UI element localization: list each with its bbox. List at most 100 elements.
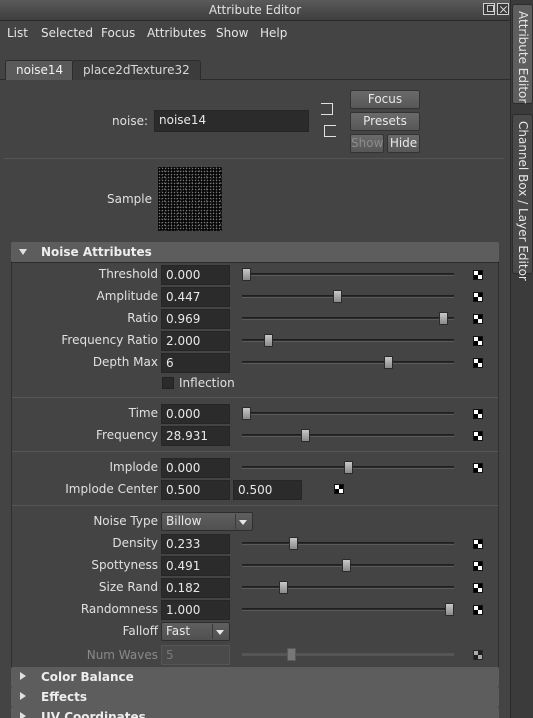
slider-thumb[interactable] [341, 559, 351, 572]
noise-type-value: Billow [166, 514, 202, 528]
side-tab-channel-box[interactable]: Channel Box / Layer Editor [512, 114, 533, 281]
slider-thumb[interactable] [384, 356, 394, 369]
spottyness-slider[interactable] [242, 559, 454, 572]
size-rand-slider[interactable] [242, 581, 454, 594]
ratio-label: Ratio [127, 311, 158, 325]
time-slider[interactable] [242, 407, 454, 420]
tab-noise14[interactable]: noise14 [5, 60, 75, 80]
implode-field[interactable]: 0.000 [161, 458, 230, 478]
time-field[interactable]: 0.000 [161, 404, 230, 424]
map-texture-icon[interactable] [473, 605, 483, 615]
implode-center-v-field[interactable]: 0.500 [233, 480, 302, 500]
section-title: Color Balance [41, 670, 134, 684]
map-texture-icon[interactable] [473, 463, 483, 473]
slider-thumb[interactable] [278, 581, 288, 594]
num-waves-field[interactable]: 5 [161, 645, 230, 665]
chevron-down-icon [239, 520, 247, 525]
threshold-field[interactable]: 0.000 [161, 265, 230, 285]
map-texture-icon[interactable] [473, 583, 483, 593]
implode-slider[interactable] [242, 461, 454, 474]
num-waves-slider[interactable] [242, 648, 454, 661]
section-color-balance[interactable]: Color Balance [11, 667, 499, 687]
ratio-slider[interactable] [242, 312, 454, 325]
frequency-label: Frequency [96, 428, 158, 442]
spottyness-field[interactable]: 0.491 [161, 556, 230, 576]
slider-thumb[interactable] [286, 648, 296, 661]
slider-thumb[interactable] [289, 537, 299, 550]
input-connection-icon[interactable] [321, 103, 333, 115]
map-texture-icon[interactable] [473, 409, 483, 419]
section-effects[interactable]: Effects [11, 687, 499, 707]
map-texture-icon[interactable] [473, 650, 483, 660]
density-field[interactable]: 0.233 [161, 534, 230, 554]
falloff-dropdown[interactable]: Fast [161, 622, 230, 641]
noise-type-label: Noise Type [93, 514, 158, 528]
section-noise-attributes[interactable]: Noise Attributes [11, 242, 499, 262]
menu-show[interactable]: Show [216, 26, 248, 40]
tab-place2dtexture32[interactable]: place2dTexture32 [72, 60, 201, 80]
slider-thumb[interactable] [264, 334, 274, 347]
section-uv-coordinates[interactable]: UV Coordinates [11, 707, 499, 718]
num-waves-label: Num Waves [86, 648, 158, 662]
section-title: Noise Attributes [41, 245, 152, 259]
depth-max-label: Depth Max [92, 355, 158, 369]
map-texture-icon[interactable] [473, 431, 483, 441]
focus-button[interactable]: Focus [350, 90, 420, 109]
frequency-field[interactable]: 28.931 [161, 426, 230, 446]
implode-center-u-field[interactable]: 0.500 [161, 480, 230, 500]
group-divider [12, 505, 498, 506]
map-texture-icon[interactable] [473, 539, 483, 549]
slider-thumb[interactable] [438, 312, 448, 325]
node-name-field[interactable]: noise14 [154, 110, 309, 132]
size-rand-field[interactable]: 0.182 [161, 578, 230, 598]
slider-thumb[interactable] [300, 429, 310, 442]
map-texture-icon[interactable] [473, 561, 483, 571]
frequency-ratio-field[interactable]: 2.000 [161, 331, 230, 351]
menu-list[interactable]: List [7, 26, 28, 40]
density-label: Density [112, 536, 158, 550]
map-texture-icon[interactable] [473, 314, 483, 324]
inflection-checkbox[interactable] [162, 377, 174, 389]
amplitude-field[interactable]: 0.447 [161, 287, 230, 307]
randomness-slider[interactable] [242, 603, 454, 616]
title-bar[interactable]: Attribute Editor [0, 0, 510, 21]
amplitude-slider[interactable] [242, 290, 454, 303]
noise-type-dropdown[interactable]: Billow [161, 512, 253, 531]
map-texture-icon[interactable] [473, 270, 483, 280]
menu-focus[interactable]: Focus [101, 26, 135, 40]
map-texture-icon[interactable] [473, 358, 483, 368]
slider-thumb[interactable] [445, 603, 454, 616]
side-tab-attribute-editor[interactable]: Attribute Editor [512, 4, 533, 104]
randomness-field[interactable]: 1.000 [161, 600, 230, 620]
sample-swatch [158, 167, 222, 231]
group-divider [12, 451, 498, 452]
close-icon[interactable] [497, 3, 509, 15]
dropdown-separator [212, 624, 213, 639]
frequency-ratio-slider[interactable] [242, 334, 454, 347]
show-button[interactable]: Show [350, 134, 384, 153]
map-texture-icon[interactable] [473, 292, 483, 302]
menu-help[interactable]: Help [260, 26, 287, 40]
falloff-label: Falloff [122, 624, 158, 638]
hide-button[interactable]: Hide [387, 134, 420, 153]
menu-attributes[interactable]: Attributes [147, 26, 206, 40]
slider-thumb[interactable] [343, 461, 353, 474]
slider-thumb[interactable] [332, 290, 342, 303]
density-slider[interactable] [242, 537, 454, 550]
spottyness-label: Spottyness [91, 558, 158, 572]
slider-thumb[interactable] [242, 407, 251, 420]
threshold-slider[interactable] [242, 268, 454, 281]
slider-thumb[interactable] [242, 268, 251, 281]
map-texture-icon[interactable] [334, 484, 344, 494]
presets-button[interactable]: Presets [350, 112, 420, 131]
map-texture-icon[interactable] [473, 336, 483, 346]
frequency-slider[interactable] [242, 429, 454, 442]
output-connection-icon[interactable] [324, 125, 336, 137]
float-window-icon[interactable] [483, 3, 495, 15]
depth-max-slider[interactable] [242, 356, 454, 369]
menu-selected[interactable]: Selected [41, 26, 93, 40]
side-tab-strip: Attribute Editor Channel Box / Layer Edi… [510, 0, 533, 718]
ratio-field[interactable]: 0.969 [161, 309, 230, 329]
depth-max-field[interactable]: 6 [161, 353, 230, 373]
inflection-label: Inflection [179, 376, 235, 390]
